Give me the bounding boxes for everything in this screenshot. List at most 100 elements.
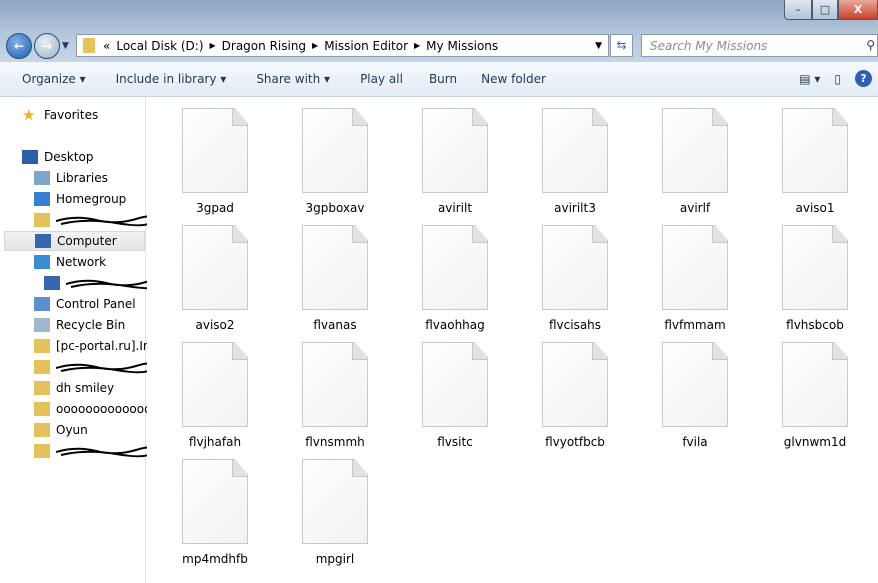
file-name: flvnsmmh (305, 435, 365, 449)
file-icon (542, 225, 608, 310)
file-item[interactable]: flvanas (275, 225, 395, 332)
file-item[interactable]: 3gpad (155, 108, 275, 215)
file-item[interactable]: mpgirl (275, 459, 395, 566)
file-icon (302, 108, 368, 193)
file-item[interactable]: avirilt3 (515, 108, 635, 215)
play-all-button[interactable]: Play all (360, 72, 403, 86)
file-name: aviso1 (795, 201, 835, 215)
file-icon (782, 225, 848, 310)
search-icon[interactable]: ⚲ (866, 38, 875, 52)
file-item[interactable]: aviso2 (155, 225, 275, 332)
sidebar-item-network[interactable]: Network (34, 252, 106, 272)
file-name: 3gpboxav (305, 201, 365, 215)
minimize-button[interactable]: – (784, 0, 812, 20)
file-item[interactable]: fvila (635, 342, 755, 449)
preview-pane-icon[interactable]: ▯ (834, 72, 841, 86)
sidebar-item--pc-portal-ru-ini[interactable]: [pc-portal.ru].Ini (34, 336, 154, 356)
folder-icon (34, 423, 50, 437)
sidebar-item-computer[interactable]: Computer (4, 231, 145, 251)
include-in-library-button[interactable]: Include in library ▾ (116, 72, 227, 86)
file-icon (422, 225, 488, 310)
organize-button[interactable]: Organize ▾ (22, 72, 86, 86)
file-item[interactable]: mp4mdhfb (155, 459, 275, 566)
redaction-scribble (56, 446, 156, 458)
change-view-icon[interactable]: ▤ ▾ (799, 72, 820, 86)
back-button[interactable]: ← (6, 33, 32, 59)
file-icon (782, 342, 848, 427)
file-icon (302, 225, 368, 310)
file-item[interactable]: avirlf (635, 108, 755, 215)
sidebar-item-oooooooooooooo[interactable]: oooooooooooooo (34, 399, 159, 419)
file-name: flvcisahs (548, 318, 602, 332)
breadcrumb-overflow[interactable]: « (103, 39, 110, 53)
file-name: flvyotfbcb (545, 435, 605, 449)
recent-pages-dropdown-icon[interactable]: ▼ (62, 41, 69, 51)
folder-icon (34, 402, 50, 416)
breadcrumb-local-disk[interactable]: Local Disk (D:) (116, 39, 203, 53)
file-item[interactable]: 3gpboxav (275, 108, 395, 215)
sidebar-item-redacted[interactable] (34, 357, 156, 377)
file-name: 3gpad (196, 201, 234, 215)
sidebar-item-label: Recycle Bin (56, 318, 126, 332)
sidebar-item-oyun[interactable]: Oyun (34, 420, 88, 440)
file-icon (542, 108, 608, 193)
file-item[interactable]: flvnsmmh (275, 342, 395, 449)
file-item[interactable]: avirilt (395, 108, 515, 215)
file-name: avirilt3 (554, 201, 596, 215)
sidebar-favorites[interactable]: ★ Favorites (22, 105, 98, 125)
file-item[interactable]: flvcisahs (515, 225, 635, 332)
recycle-bin-icon (34, 318, 50, 332)
file-item[interactable]: glvnwm1d (755, 342, 875, 449)
close-button[interactable]: X (838, 0, 878, 20)
sidebar-item-libraries[interactable]: Libraries (34, 168, 108, 188)
file-item[interactable]: flvfmmam (635, 225, 755, 332)
breadcrumb-dragon-rising[interactable]: Dragon Rising (222, 39, 306, 53)
file-item[interactable]: flvjhafah (155, 342, 275, 449)
folder-icon (83, 38, 95, 53)
chevron-right-icon[interactable]: ▶ (210, 41, 216, 50)
sidebar-item-control-panel[interactable]: Control Panel (34, 294, 136, 314)
search-input[interactable]: Search My Missions ⚲ (641, 34, 878, 57)
file-name: flvsitc (437, 435, 473, 449)
file-icon (542, 342, 608, 427)
forward-button[interactable]: → (34, 33, 60, 59)
redaction-scribble (56, 215, 156, 227)
sidebar-item-redacted[interactable] (34, 210, 156, 230)
sidebar-item-homegroup[interactable]: Homegroup (34, 189, 126, 209)
file-icon (662, 342, 728, 427)
sidebar-item-redacted[interactable] (34, 441, 156, 461)
computer-icon (35, 234, 51, 248)
file-item[interactable]: flvhsbcob (755, 225, 875, 332)
new-folder-button[interactable]: New folder (481, 72, 546, 86)
file-list: 3gpad 3gpboxav avirilt avirilt3 avirlf aviso1… (147, 97, 878, 583)
refresh-button[interactable]: ⇆ (610, 34, 633, 57)
chevron-right-icon[interactable]: ▶ (414, 41, 420, 50)
burn-button[interactable]: Burn (429, 72, 457, 86)
file-item[interactable]: flvyotfbcb (515, 342, 635, 449)
chevron-right-icon[interactable]: ▶ (312, 41, 318, 50)
sidebar-item-recycle-bin[interactable]: Recycle Bin (34, 315, 125, 335)
file-item[interactable]: flvsitc (395, 342, 515, 449)
file-name: flvjhafah (188, 435, 242, 449)
maximize-button[interactable]: □ (812, 0, 838, 20)
network-icon (34, 255, 50, 269)
title-bar: – □ X ← → ▼ « Local Disk (D:) ▶ Dragon Ri… (0, 0, 878, 62)
search-placeholder: Search My Missions (650, 39, 768, 53)
file-name: mp4mdhfb (182, 552, 248, 566)
address-dropdown-icon[interactable]: ▼ (595, 41, 602, 51)
address-bar[interactable]: « Local Disk (D:) ▶ Dragon Rising ▶ Missio… (76, 34, 609, 57)
breadcrumb-mission-editor[interactable]: Mission Editor (324, 39, 408, 53)
folder-icon (34, 339, 50, 353)
sidebar-item-desktop[interactable]: Desktop (22, 147, 94, 167)
file-name: flvanas (313, 318, 357, 332)
file-name: aviso2 (195, 318, 235, 332)
help-icon[interactable]: ? (855, 70, 872, 87)
file-name: avirlf (679, 201, 711, 215)
folder-icon (34, 360, 50, 374)
file-item[interactable]: flvaohhag (395, 225, 515, 332)
share-with-button[interactable]: Share with ▾ (256, 72, 330, 86)
sidebar-item-dh-smiley[interactable]: dh smiley (34, 378, 114, 398)
file-item[interactable]: aviso1 (755, 108, 875, 215)
control-panel-icon (34, 297, 50, 311)
breadcrumb-my-missions[interactable]: My Missions (426, 39, 498, 53)
